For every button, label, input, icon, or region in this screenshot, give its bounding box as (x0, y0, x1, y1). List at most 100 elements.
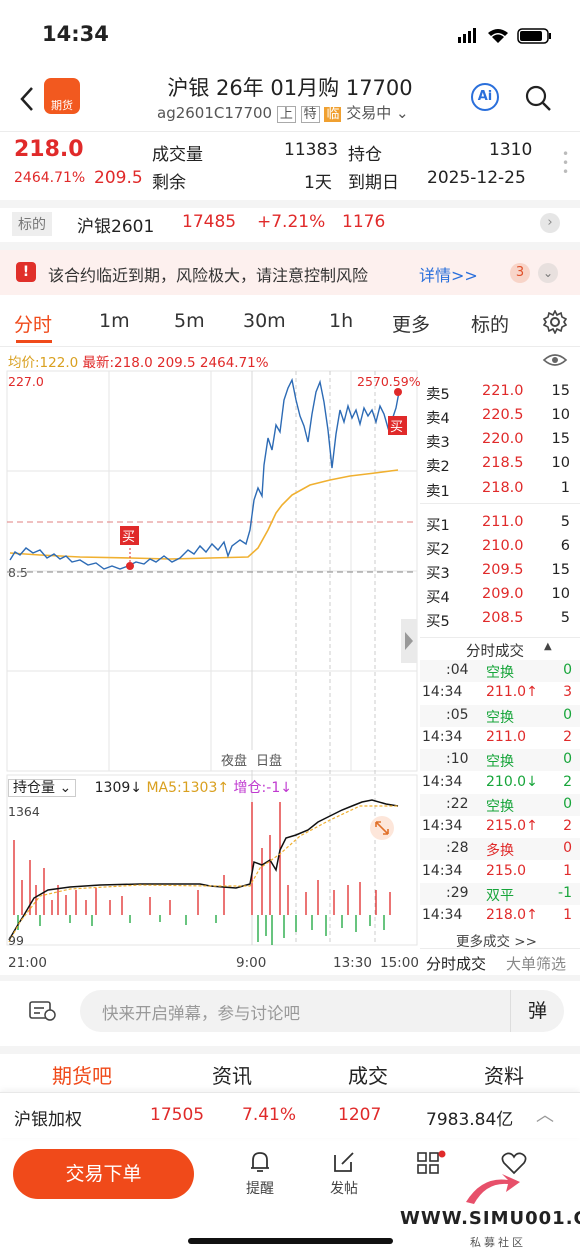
last-price-line (9, 377, 400, 570)
level-volume: 15 (551, 562, 570, 578)
trade-price: 215.0↑ (486, 818, 538, 835)
trade-price: 多换 (486, 843, 514, 860)
back-icon[interactable] (18, 86, 36, 112)
level-price: 220.0 (482, 431, 524, 447)
tab-1h[interactable]: 1h (329, 310, 353, 332)
tab-futures-forum[interactable]: 期货吧 (52, 1060, 112, 1089)
level-price: 220.5 (482, 407, 524, 423)
trade-price: 218.0↑ (486, 907, 538, 924)
bid-row[interactable]: 买2 210.0 6 (426, 538, 576, 560)
comment-input[interactable]: 快来开启弹幕，参与讨论吧 弹 (80, 990, 564, 1032)
tab-trades[interactable]: 分时成交 (426, 953, 486, 974)
more-trades-link[interactable]: 更多成交 >> (456, 930, 537, 950)
trade-volume: 2 (563, 773, 572, 790)
ask-row[interactable]: 卖3 220.0 15 (426, 431, 576, 453)
trade-time: :05 (446, 706, 469, 723)
tab-more[interactable]: 更多 (392, 310, 430, 337)
status-icons (458, 28, 551, 44)
settings-gear-icon[interactable] (543, 310, 567, 334)
level-price: 211.0 (482, 514, 524, 530)
bid-row[interactable]: 买4 209.0 10 (426, 586, 576, 608)
tab-deals[interactable]: 成交 (348, 1060, 388, 1089)
trade-row: :29 双平 -1 (420, 883, 580, 905)
level-volume: 6 (560, 538, 570, 554)
trade-volume: 0 (563, 662, 572, 678)
svg-text:夜盘: 夜盘 (221, 753, 247, 769)
level-price: 218.0 (482, 480, 524, 496)
level-label: 买2 (426, 542, 450, 558)
ask-row[interactable]: 卖2 218.5 10 (426, 455, 576, 477)
buy-marker-text: 买 (122, 530, 135, 545)
tab-underlying[interactable]: 标的 (471, 310, 509, 337)
bid-row[interactable]: 买1 211.0 5 (426, 514, 576, 536)
tab-intraday[interactable]: 分时 (14, 310, 52, 337)
x-label: 21:00 (8, 955, 47, 971)
danmu-button: 弹 (510, 990, 564, 1032)
trade-volume: 2 (563, 818, 572, 835)
trade-time: :28 (446, 840, 469, 857)
level-label: 买4 (426, 590, 450, 606)
trade-price: 210.0↓ (486, 773, 538, 790)
trade-row: 14:34 218.0↑ 1 (420, 905, 580, 927)
tab-news[interactable]: 资讯 (212, 1060, 252, 1089)
eye-icon[interactable] (542, 352, 568, 368)
level-volume: 10 (551, 455, 570, 471)
tab-data[interactable]: 资料 (484, 1060, 524, 1089)
trade-row: 14:34 215.0↑ 2 (420, 816, 580, 838)
warning-icon: ! (16, 262, 36, 282)
trade-row: :28 多换 0 (420, 838, 580, 861)
level-price: 210.0 (482, 538, 524, 554)
trade-volume: -1 (558, 885, 572, 901)
ask-row[interactable]: 卖5 221.0 15 (426, 383, 576, 405)
risk-warning[interactable]: ! 该合约临近到期，风险极大，请注意控制风险 详情>> 3 ⌄ (0, 250, 580, 295)
chart-header: 均价:122.0 最新:218.0 209.5 2464.71% (8, 355, 269, 371)
bell-icon (251, 1152, 269, 1172)
trade-row: :04 空换 0 (420, 660, 580, 682)
trade-price: 双平 (486, 888, 514, 904)
level-volume: 1 (560, 480, 570, 496)
tab-30m[interactable]: 30m (243, 310, 286, 332)
x-label: 15:00 (380, 955, 419, 971)
apps-grid-icon[interactable] (416, 1150, 446, 1176)
trade-price: 空换 (486, 798, 514, 815)
trade-volume: 0 (563, 706, 572, 723)
search-icon[interactable] (524, 84, 552, 112)
level-price: 218.5 (482, 455, 524, 471)
level-price: 208.5 (482, 610, 524, 626)
oi-selector[interactable]: 持仓量 ⌄ (8, 779, 77, 797)
page-title: 沪银 26年 01月购 17700 (167, 76, 413, 100)
danmu-toggle-icon[interactable] (28, 998, 58, 1024)
price-chart[interactable]: 买 买 227.0 2570.59% 8.5 夜盘 日盘 1364 99 21:… (0, 370, 420, 980)
trades-title: 分时成交 (466, 644, 524, 660)
ai-button[interactable]: Ai (471, 83, 499, 111)
trade-price: 空换 (486, 709, 514, 726)
oi-line (8, 799, 399, 941)
x-label: 13:30 (333, 955, 372, 971)
trade-row: 14:34 215.0 1 (420, 861, 580, 883)
weighted-index-bar[interactable]: 沪银加权 17505 7.41% 1207 7983.84亿 ︿ (0, 1092, 580, 1138)
tab-large-orders[interactable]: 大单筛选 (506, 953, 566, 974)
bid-row[interactable]: 买3 209.5 15 (426, 562, 576, 584)
bid-row[interactable]: 买5 208.5 5 (426, 610, 576, 632)
tab-5m[interactable]: 5m (174, 310, 205, 332)
level-label: 卖3 (426, 435, 450, 451)
ask-row[interactable]: 卖4 220.5 10 (426, 407, 576, 429)
level-label: 卖2 (426, 459, 450, 475)
ask-row[interactable]: 卖1 218.0 1 (426, 480, 576, 502)
trade-volume: 0 (563, 751, 572, 768)
post-button[interactable]: 发帖 (326, 1150, 362, 1198)
trade-price: 211.0↑ (486, 684, 538, 701)
tag-expiring: 临 (324, 107, 342, 122)
level-price: 209.5 (482, 562, 524, 578)
level-volume: 5 (560, 610, 570, 626)
svg-text:227.0: 227.0 (8, 374, 44, 389)
trade-row: 14:34 211.0↑ 3 (420, 682, 580, 704)
status-time: 14:34 (42, 22, 109, 46)
tag-shanghai: 上 (276, 106, 296, 123)
contract-code-row: ag2601C17700 上 特 临 交易中 ⌄ (157, 102, 409, 123)
remind-button[interactable]: 提醒 (242, 1150, 278, 1198)
trade-button[interactable]: 交易下单 (13, 1149, 194, 1199)
svg-text:2570.59%: 2570.59% (357, 374, 420, 389)
tab-1m[interactable]: 1m (99, 310, 130, 332)
trade-volume: 1 (563, 907, 572, 924)
